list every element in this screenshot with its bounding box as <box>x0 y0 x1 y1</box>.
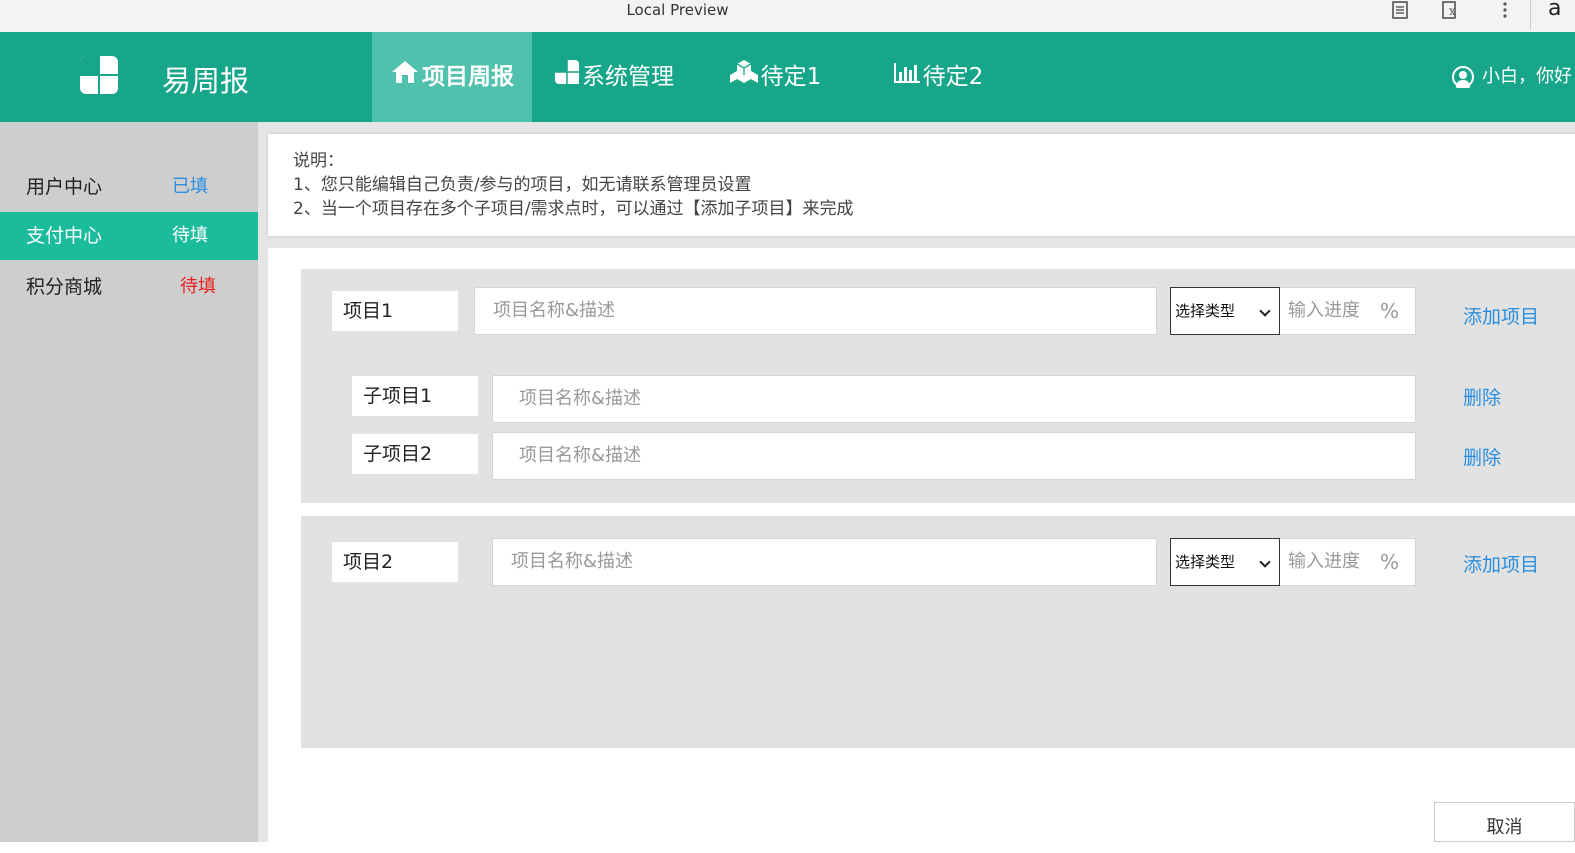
nav-tab-pending-1[interactable]: 待定1 <box>727 32 823 122</box>
nav-tab-project-weekly[interactable]: 项目周报 <box>372 32 532 122</box>
browser-right-text: a <box>1548 0 1562 21</box>
home-icon <box>390 33 420 123</box>
sidebar-item-label: 支付中心 <box>26 225 103 247</box>
delete-subproject-button[interactable]: 删除 <box>1463 383 1501 410</box>
user-icon <box>1452 66 1474 88</box>
delete-subproject-button[interactable]: 删除 <box>1463 443 1501 470</box>
type-select-value: 选择类型 <box>1175 553 1236 571</box>
progress-input[interactable]: 输入进度 % <box>1280 287 1416 335</box>
sidebar-item-label: 积分商城 <box>26 276 103 298</box>
nav-tab-system-management[interactable]: 系统管理 <box>553 32 675 122</box>
percent-sign: % <box>1379 550 1399 574</box>
type-select[interactable]: 选择类型 <box>1170 538 1280 586</box>
bar-chart-icon <box>893 33 921 123</box>
status-badge: 已填 <box>172 176 208 197</box>
notice-line-1: 1、您只能编辑自己负责/参与的项目，如无请联系管理员设置 <box>293 175 752 195</box>
percent-sign: % <box>1379 299 1399 323</box>
nav-tab-pending-2[interactable]: 待定2 <box>890 32 986 122</box>
reader-icon[interactable] <box>1390 0 1410 20</box>
user-menu[interactable]: 小白，你好 <box>1452 32 1572 122</box>
progress-placeholder: 输入进度 <box>1288 300 1360 321</box>
notice-line-2: 2、当一个项目存在多个子项目/需求点时，可以通过【添加子项目】来完成 <box>293 199 854 219</box>
nav-label: 待定2 <box>922 64 984 90</box>
logo-icon <box>80 56 118 94</box>
subproject-name-input[interactable]: 项目名称&描述 <box>492 432 1416 480</box>
project-name-input[interactable]: 项目名称&描述 <box>492 538 1157 586</box>
project-name-input[interactable]: 项目名称&描述 <box>474 287 1157 335</box>
nav-label: 项目周报 <box>422 64 514 90</box>
chrome-divider <box>1530 0 1531 30</box>
status-badge: 待填 <box>180 276 216 297</box>
sidebar-item-payment-center[interactable]: 支付中心 待填 <box>0 212 262 260</box>
sidebar-item-user-center[interactable]: 用户中心 已填 <box>0 163 262 211</box>
app-header: 易周报 项目周报 系统管理 待定1 待定2 小白，你好 <box>0 32 1575 122</box>
browser-title: Local Preview <box>626 1 729 19</box>
chevron-down-icon <box>1259 305 1271 317</box>
nav-label: 待定1 <box>760 64 822 90</box>
status-badge: 待填 <box>172 225 208 246</box>
user-greeting: 小白，你好 <box>1482 66 1572 87</box>
browser-titlebar: Local Preview x a <box>0 0 1575 33</box>
subproject-label: 子项目2 <box>352 434 478 474</box>
more-options-icon[interactable] <box>1500 0 1510 20</box>
add-project-button[interactable]: 添加项目 <box>1463 550 1539 577</box>
subproject-name-input[interactable]: 项目名称&描述 <box>492 375 1416 423</box>
chevron-down-icon <box>1259 556 1271 568</box>
sidebar-item-points-mall[interactable]: 积分商城 待填 <box>0 263 262 311</box>
nav-label: 系统管理 <box>582 64 674 90</box>
formula-icon[interactable]: x <box>1441 0 1463 20</box>
sidebar-item-label: 用户中心 <box>26 176 103 198</box>
type-select-value: 选择类型 <box>1175 302 1236 320</box>
svg-text:x: x <box>1449 4 1456 18</box>
type-select[interactable]: 选择类型 <box>1170 287 1280 335</box>
brand-name: 易周报 <box>162 64 250 98</box>
cubes-icon <box>729 33 759 123</box>
notice-heading: 说明： <box>293 151 344 171</box>
instructions-panel: 说明： 1、您只能编辑自己负责/参与的项目，如无请联系管理员设置 2、当一个项目… <box>268 134 1575 236</box>
cancel-button[interactable]: 取消 <box>1434 802 1575 842</box>
progress-placeholder: 输入进度 <box>1288 551 1360 572</box>
logo-squares-icon <box>554 33 580 123</box>
subproject-label: 子项目1 <box>352 376 478 416</box>
project-label: 项目2 <box>332 542 458 582</box>
add-project-button[interactable]: 添加项目 <box>1463 302 1539 329</box>
progress-input[interactable]: 输入进度 % <box>1280 538 1416 586</box>
project-label: 项目1 <box>332 291 458 331</box>
